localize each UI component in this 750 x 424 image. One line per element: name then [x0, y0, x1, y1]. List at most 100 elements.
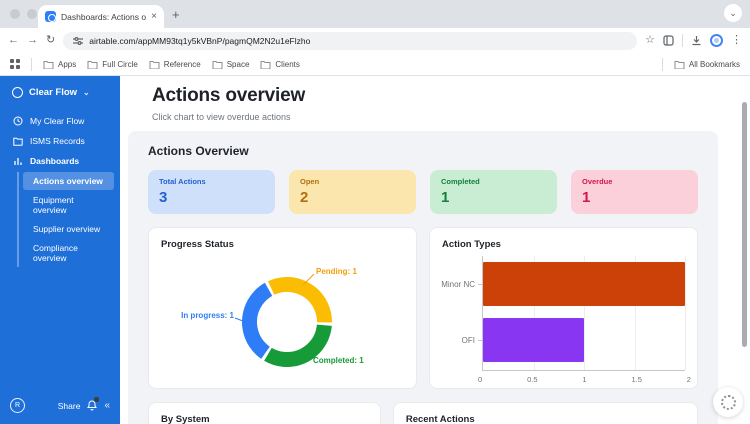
sidebar-item-compliance-overview[interactable]: Compliance overview: [23, 239, 114, 267]
chart-title: Action Types: [430, 228, 697, 250]
sidebar-item-label: My Clear Flow: [30, 116, 84, 126]
all-bookmarks-label: All Bookmarks: [689, 60, 740, 69]
bookmark-folder-reference[interactable]: Reference: [149, 60, 201, 69]
new-tab-button[interactable]: +: [172, 7, 180, 22]
minimize-window-button[interactable]: [27, 9, 37, 19]
close-window-button[interactable]: [10, 9, 20, 19]
sidebar-item-supplier-overview[interactable]: Supplier overview: [23, 220, 114, 238]
sidebar-nav: My Clear Flow ISMS Records Dashboards Ac…: [0, 111, 120, 268]
action-types-chart[interactable]: Action Types Minor NC OFI 0: [429, 227, 698, 389]
reload-icon[interactable]: ↻: [46, 35, 55, 46]
main-content: Actions overview Click chart to view ove…: [120, 76, 750, 424]
toolbar-divider: [682, 34, 683, 47]
loading-spinner: [713, 387, 743, 417]
bar-minor-nc[interactable]: [483, 262, 685, 306]
tab-title: Dashboards: Actions overview: [61, 12, 146, 22]
kpi-value: 1: [582, 189, 687, 206]
all-bookmarks-button[interactable]: All Bookmarks: [674, 60, 740, 69]
bookmarks-divider: [31, 58, 32, 71]
clock-icon: [13, 116, 23, 126]
x-tick: 0: [478, 375, 482, 384]
sidebar-item-my-clear-flow[interactable]: My Clear Flow: [0, 111, 120, 131]
address-bar[interactable]: airtable.com/appMM93tq1y5kVBnP/pagmQM2N2…: [63, 32, 637, 50]
sidebar-item-label: ISMS Records: [30, 136, 85, 146]
site-controls-icon[interactable]: [73, 36, 83, 46]
kpi-row: Total Actions 3 Open 2 Completed 1 Overd…: [148, 170, 698, 214]
sidebar-footer: R Share «: [0, 389, 120, 424]
kpi-value: 3: [159, 189, 264, 206]
bottom-row: By System 2 Recent Actions Organisationa…: [148, 402, 698, 424]
profile-avatar-icon[interactable]: [710, 34, 723, 47]
share-button[interactable]: Share: [58, 401, 81, 411]
notifications-button[interactable]: [87, 400, 97, 411]
forward-icon[interactable]: →: [27, 35, 38, 46]
tab-close-icon[interactable]: ×: [151, 12, 157, 22]
donut-label-completed: Completed: 1: [313, 356, 364, 365]
download-icon[interactable]: [691, 35, 702, 46]
bookmark-folder-space[interactable]: Space: [212, 60, 250, 69]
workspace-name: Clear Flow: [29, 87, 77, 98]
url-text: airtable.com/appMM93tq1y5kVBnP/pagmQM2N2…: [89, 36, 310, 46]
workspace-switcher[interactable]: Clear Flow ⌄: [0, 76, 120, 107]
browser-menu-icon[interactable]: ⋮: [731, 35, 742, 46]
browser-tab[interactable]: Dashboards: Actions overview ×: [38, 5, 164, 28]
vertical-scrollbar[interactable]: [742, 102, 747, 347]
by-system-chart[interactable]: By System 2: [148, 402, 381, 424]
tab-panel-icon[interactable]: [663, 35, 674, 46]
sidebar-item-dashboards[interactable]: Dashboards: [0, 151, 120, 171]
bookmark-star-icon[interactable]: ☆: [645, 35, 655, 46]
user-avatar[interactable]: R: [10, 398, 25, 413]
back-icon[interactable]: ←: [8, 35, 19, 46]
bar-chart-icon: [13, 157, 23, 166]
workspace-logo-icon: [12, 87, 23, 98]
bookmark-label: Clients: [275, 60, 299, 69]
kpi-total-actions[interactable]: Total Actions 3: [148, 170, 275, 214]
bookmark-folder-clients[interactable]: Clients: [260, 60, 299, 69]
progress-status-chart[interactable]: Progress Status Pending: 1 In progress: …: [148, 227, 417, 389]
airtable-favicon-icon: [45, 11, 56, 22]
card-title: Recent Actions: [394, 403, 697, 424]
bar-ofi[interactable]: [483, 318, 584, 362]
sidebar-item-isms-records[interactable]: ISMS Records: [0, 131, 120, 151]
x-tick: 1: [582, 375, 586, 384]
chevron-down-icon: ⌄: [83, 88, 90, 97]
sidebar-item-equipment-overview[interactable]: Equipment overview: [23, 191, 114, 219]
x-tick: 1.5: [631, 375, 641, 384]
kpi-label: Overdue: [582, 177, 687, 186]
kpi-overdue[interactable]: Overdue 1: [571, 170, 698, 214]
bookmarks-divider: [662, 58, 663, 71]
bookmark-label: Apps: [58, 60, 76, 69]
window-chevron-button[interactable]: ⌄: [724, 4, 742, 22]
sidebar: Clear Flow ⌄ My Clear Flow ISMS Records …: [0, 76, 120, 424]
bar-category-label: Minor NC: [430, 280, 475, 289]
bookmark-label: Full Circle: [102, 60, 138, 69]
bookmark-folder-full-circle[interactable]: Full Circle: [87, 60, 138, 69]
x-tick: 0.5: [527, 375, 537, 384]
browser-tab-strip: Dashboards: Actions overview × + ⌄: [0, 0, 750, 28]
bar-plot-area: [482, 256, 685, 371]
kpi-label: Completed: [441, 177, 546, 186]
gridline: [685, 256, 686, 370]
bookmarks-bar: Apps Full Circle Reference Space Clients…: [0, 53, 750, 76]
panel-title: Actions Overview: [148, 144, 698, 158]
actions-overview-panel: Actions Overview Total Actions 3 Open 2 …: [128, 131, 718, 424]
kpi-completed[interactable]: Completed 1: [430, 170, 557, 214]
kpi-value: 1: [441, 189, 546, 206]
dashboards-subnav: Actions overview Equipment overview Supp…: [17, 172, 114, 267]
bar-category-label: OFI: [430, 336, 475, 345]
kpi-label: Open: [300, 177, 405, 186]
kpi-open[interactable]: Open 2: [289, 170, 416, 214]
progress-donut-svg: [149, 228, 418, 390]
folder-icon: [13, 137, 23, 146]
bookmark-folder-apps[interactable]: Apps: [43, 60, 76, 69]
spinner-ring-icon: [721, 395, 736, 410]
apps-grid-icon[interactable]: [10, 59, 20, 69]
browser-toolbar: ← → ↻ airtable.com/appMM93tq1y5kVBnP/pag…: [0, 28, 750, 53]
donut-label-pending: Pending: 1: [316, 267, 357, 276]
page-subtitle: Click chart to view overdue actions: [152, 112, 750, 122]
sidebar-item-label: Dashboards: [30, 156, 79, 166]
sidebar-item-actions-overview[interactable]: Actions overview: [23, 172, 114, 190]
collapse-sidebar-button[interactable]: «: [104, 400, 110, 411]
airtable-app: Clear Flow ⌄ My Clear Flow ISMS Records …: [0, 76, 750, 424]
bookmark-label: Reference: [164, 60, 201, 69]
